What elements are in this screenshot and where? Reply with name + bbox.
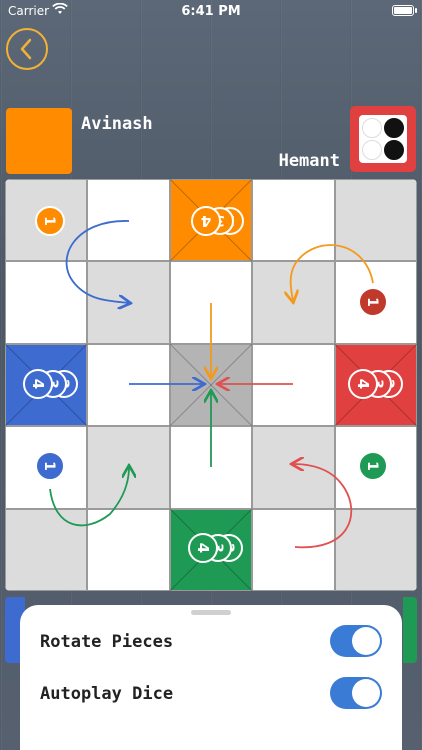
piece-orange[interactable]: 1 (35, 206, 65, 236)
stack-label: 4 (29, 379, 47, 389)
path-arrow-red-curve (293, 464, 353, 549)
path-arrow-orange-curve (291, 244, 374, 301)
piece-green[interactable]: 1 (358, 451, 388, 481)
settings-sheet: Rotate Pieces Autoplay Dice (20, 605, 402, 750)
piece-blue[interactable]: 1 (35, 451, 65, 481)
home-stack-right[interactable]: 2 3 4 (348, 369, 403, 399)
player4-color-indicator (403, 597, 417, 663)
autoplay-dice-toggle[interactable] (330, 677, 382, 709)
player1-name: Avinash (81, 114, 153, 134)
toggle-knob (352, 679, 380, 707)
dice-pip (384, 118, 404, 138)
rotate-pieces-toggle[interactable] (330, 625, 382, 657)
toggle-knob (352, 627, 380, 655)
battery-icon (392, 5, 414, 16)
path-arrow-green-curve (49, 467, 129, 527)
piece-label: 1 (364, 461, 380, 471)
chevron-left-icon (20, 38, 32, 60)
player1-color-indicator (6, 108, 72, 174)
stack-label: 4 (201, 212, 211, 230)
autoplay-dice-label: Autoplay Dice (40, 684, 174, 704)
path-arrow-blue-curve (65, 220, 129, 303)
dice-pip (362, 118, 382, 138)
piece-red[interactable]: 1 (358, 287, 388, 317)
stack-label: 4 (354, 379, 372, 389)
dice-pip (384, 140, 404, 160)
stack-label: 4 (194, 543, 212, 553)
battery-tip (415, 8, 417, 13)
status-time: 6:41 PM (181, 4, 241, 19)
player2-name: Hemant (278, 151, 340, 171)
game-board: 2 3 4 2 3 4 2 3 4 2 3 4 (5, 179, 417, 591)
home-stack-bottom[interactable]: 2 3 4 (188, 533, 243, 563)
piece-label: 1 (364, 297, 380, 307)
board-overlay: 2 3 4 2 3 4 2 3 4 2 3 4 (5, 179, 417, 591)
status-bar: Carrier 6:41 PM (0, 0, 422, 22)
dice-pip (362, 140, 382, 160)
home-stack-left[interactable]: 2 3 4 (23, 369, 78, 399)
piece-label: 1 (41, 216, 57, 226)
dice-face (359, 115, 407, 163)
dice-button[interactable] (350, 106, 416, 172)
back-button[interactable] (6, 28, 48, 70)
rotate-pieces-label: Rotate Pieces (40, 632, 174, 652)
piece-label: 1 (41, 461, 57, 471)
sheet-drag-handle[interactable] (191, 610, 231, 615)
home-stack-top[interactable]: 2 3 4 (191, 206, 244, 236)
